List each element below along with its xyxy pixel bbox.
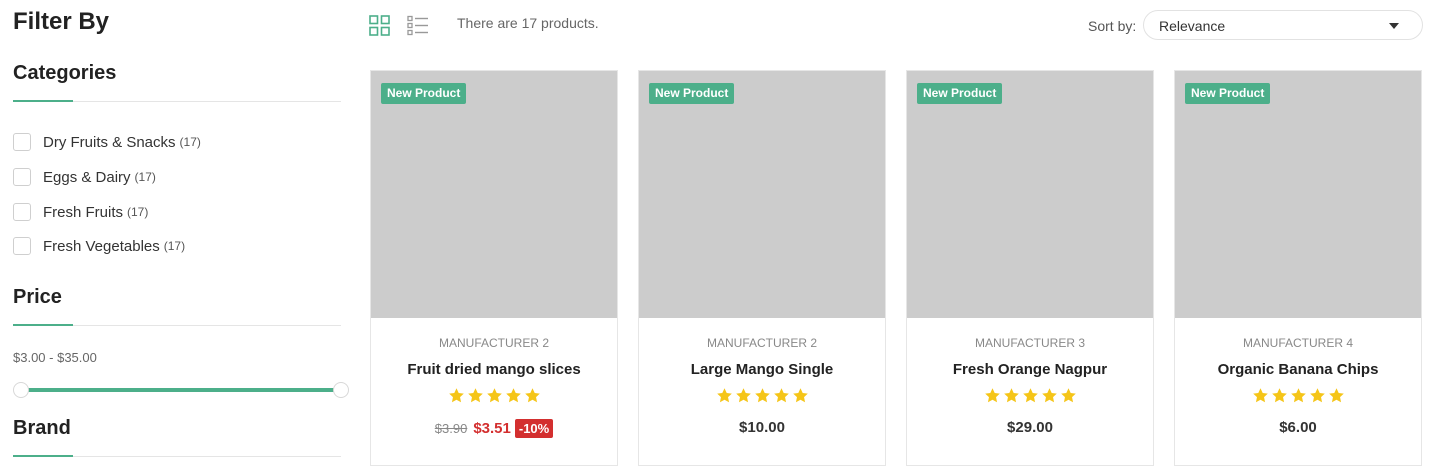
price-slider[interactable] xyxy=(13,381,349,399)
product-manufacturer[interactable]: MANUFACTURER 4 xyxy=(1175,336,1421,350)
price-slider-min-handle[interactable] xyxy=(13,382,29,398)
new-product-badge: New Product xyxy=(1185,83,1271,104)
product-old-price: $3.90 xyxy=(434,421,468,436)
category-checkbox[interactable] xyxy=(13,237,31,255)
star-icon xyxy=(754,388,770,403)
category-filter-dry-fruits[interactable]: Dry Fruits & Snacks (17) xyxy=(13,132,201,152)
star-icon xyxy=(773,388,789,403)
product-card[interactable]: New Product MANUFACTURER 2 Large Mango S… xyxy=(638,70,886,466)
star-icon xyxy=(1060,388,1076,403)
product-image[interactable] xyxy=(371,71,617,318)
product-manufacturer[interactable]: MANUFACTURER 2 xyxy=(371,336,617,350)
product-card[interactable]: New Product MANUFACTURER 2 Fruit dried m… xyxy=(370,70,618,466)
category-count: (17) xyxy=(179,135,201,149)
star-icon xyxy=(448,388,464,403)
star-icon xyxy=(1271,388,1287,403)
product-price-row: $6.00 xyxy=(1175,419,1421,436)
star-icon xyxy=(1041,388,1057,403)
categories-heading: Categories xyxy=(13,62,117,84)
product-image[interactable] xyxy=(639,71,885,318)
new-product-badge: New Product xyxy=(917,83,1003,104)
star-icon xyxy=(984,388,1000,403)
sort-label: Sort by: xyxy=(1088,18,1137,34)
category-checkbox[interactable] xyxy=(13,168,31,186)
price-slider-max-handle[interactable] xyxy=(333,382,349,398)
product-rating xyxy=(639,387,885,404)
product-manufacturer[interactable]: MANUFACTURER 3 xyxy=(907,336,1153,350)
product-rating xyxy=(371,387,617,404)
category-label: Fresh Vegetables xyxy=(43,237,160,255)
category-count: (17) xyxy=(134,170,156,184)
star-icon xyxy=(1252,388,1268,403)
price-slider-track xyxy=(25,388,341,392)
star-icon xyxy=(716,388,732,403)
category-label: Dry Fruits & Snacks xyxy=(43,133,176,151)
product-price-row: $3.90 $3.51 -10% xyxy=(371,419,617,438)
star-icon xyxy=(486,388,502,403)
price-divider xyxy=(13,324,341,326)
category-filter-fresh-fruits[interactable]: Fresh Fruits (17) xyxy=(13,202,148,222)
star-icon xyxy=(1022,388,1038,403)
product-price-row: $10.00 xyxy=(639,419,885,436)
star-icon xyxy=(1309,388,1325,403)
star-icon xyxy=(524,388,540,403)
star-icon xyxy=(1328,388,1344,403)
star-icon xyxy=(792,388,808,403)
category-count: (17) xyxy=(163,239,186,253)
product-price: $10.00 xyxy=(739,419,785,436)
product-name[interactable]: Large Mango Single xyxy=(639,361,885,378)
product-manufacturer[interactable]: MANUFACTURER 2 xyxy=(639,336,885,350)
price-range-text: $3.00 - $35.00 xyxy=(13,350,97,365)
price-heading: Price xyxy=(13,286,62,308)
list-view-icon[interactable] xyxy=(407,15,429,36)
category-checkbox[interactable] xyxy=(13,133,31,151)
new-product-badge: New Product xyxy=(649,83,735,104)
brand-heading: Brand xyxy=(13,417,71,439)
filter-title: Filter By xyxy=(13,8,110,35)
product-card[interactable]: New Product MANUFACTURER 3 Fresh Orange … xyxy=(906,70,1154,466)
category-label: Fresh Fruits xyxy=(43,203,124,221)
category-filter-eggs-dairy[interactable]: Eggs & Dairy (17) xyxy=(13,167,156,187)
product-rating xyxy=(907,387,1153,404)
product-name[interactable]: Organic Banana Chips xyxy=(1175,361,1421,378)
star-icon xyxy=(1003,388,1019,403)
category-checkbox[interactable] xyxy=(13,203,31,221)
product-count: There are 17 products. xyxy=(457,15,599,31)
product-card[interactable]: New Product MANUFACTURER 4 Organic Banan… xyxy=(1174,70,1422,466)
star-icon xyxy=(467,388,483,403)
product-sale-price: $3.51 xyxy=(473,420,511,437)
product-image[interactable] xyxy=(1175,71,1421,318)
category-filter-fresh-vegetables[interactable]: Fresh Vegetables (17) xyxy=(13,236,185,256)
star-icon xyxy=(735,388,751,403)
product-rating xyxy=(1175,387,1421,404)
product-name[interactable]: Fresh Orange Nagpur xyxy=(907,361,1153,378)
product-name[interactable]: Fruit dried mango slices xyxy=(371,361,617,378)
product-price: $6.00 xyxy=(1279,419,1317,436)
category-count: (17) xyxy=(127,205,149,219)
product-image[interactable] xyxy=(907,71,1153,318)
category-label: Eggs & Dairy xyxy=(43,168,131,186)
discount-badge: -10% xyxy=(514,419,554,438)
sort-selected-value: Relevance xyxy=(1159,18,1226,34)
grid-view-icon[interactable] xyxy=(369,15,390,36)
sort-select[interactable]: Relevance xyxy=(1143,10,1423,40)
caret-down-icon xyxy=(1389,23,1399,29)
product-price: $29.00 xyxy=(1007,419,1053,436)
new-product-badge: New Product xyxy=(381,83,467,104)
categories-divider xyxy=(13,100,341,102)
star-icon xyxy=(1290,388,1306,403)
product-price-row: $29.00 xyxy=(907,419,1153,436)
brand-divider xyxy=(13,455,341,457)
star-icon xyxy=(505,388,521,403)
